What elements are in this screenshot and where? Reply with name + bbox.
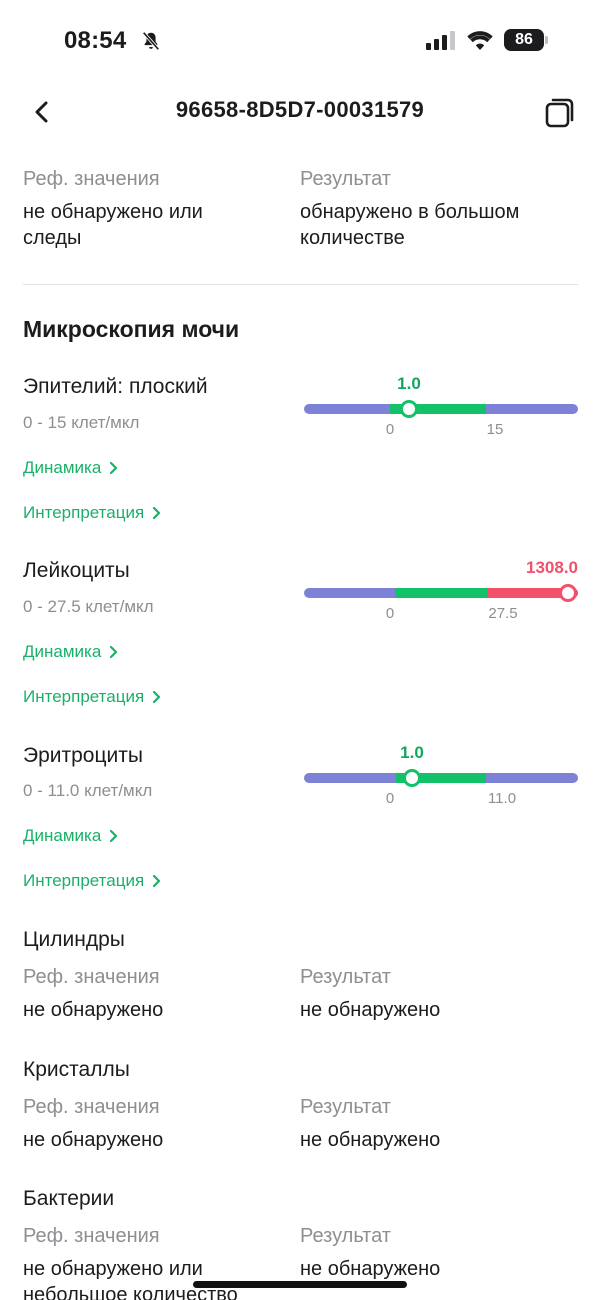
ref-label: Реф. значения xyxy=(23,168,160,190)
dynamics-label: Динамика xyxy=(23,642,102,661)
result-label: Результат xyxy=(300,1096,391,1118)
status-time: 08:54 xyxy=(64,27,127,54)
ref-value: не обнаружено xyxy=(23,1129,164,1151)
chevron-right-icon xyxy=(110,645,118,659)
battery-icon: 86 xyxy=(504,29,548,51)
result-value: не обнаружено xyxy=(300,1129,441,1151)
result-value-label: 1.0 xyxy=(400,743,424,762)
ref-label: Реф. значения xyxy=(23,1096,160,1118)
result-value: обнаружено в большом количестве xyxy=(300,201,520,249)
dynamics-link[interactable]: Динамика xyxy=(23,458,119,478)
tick-high: 27.5 xyxy=(488,605,518,622)
chevron-right-icon xyxy=(110,829,118,843)
gauge-bar xyxy=(304,404,578,414)
range-gauge: 1.0 0 15 xyxy=(304,374,578,438)
ref-label: Реф. значения xyxy=(23,1225,160,1247)
interpretation-label: Интерпретация xyxy=(23,871,145,890)
battery-level: 86 xyxy=(515,31,533,48)
copy-button[interactable] xyxy=(542,94,578,130)
tick-low: 0 xyxy=(385,421,395,438)
gauge-bar xyxy=(304,773,578,783)
item-name: Бактерии xyxy=(23,1187,115,1210)
gauge-bar xyxy=(304,588,578,598)
result-value-label: 1.0 xyxy=(397,374,421,393)
home-indicator[interactable] xyxy=(193,1281,407,1288)
param-range: 0 - 27.5 клет/мкл xyxy=(23,597,154,616)
dynamics-label: Динамика xyxy=(23,826,102,845)
param-range: 0 - 15 клет/мкл xyxy=(23,413,140,432)
bell-muted-icon xyxy=(142,31,160,51)
value-marker xyxy=(400,400,418,418)
result-label: Результат xyxy=(300,966,391,988)
chevron-right-icon xyxy=(153,874,161,888)
result-value-label: 1308.0 xyxy=(526,558,578,577)
tick-low: 0 xyxy=(385,605,395,622)
tick-low: 0 xyxy=(385,790,395,807)
dynamics-link[interactable]: Динамика xyxy=(23,826,119,846)
chevron-right-icon xyxy=(110,461,118,475)
ref-value: не обнаружено или небольшое количество xyxy=(23,1258,238,1300)
item-name: Цилиндры xyxy=(23,928,125,951)
divider xyxy=(23,284,578,285)
param-name: Лейкоциты xyxy=(23,559,130,582)
interpretation-label: Интерпретация xyxy=(23,687,145,706)
interpretation-link[interactable]: Интерпретация xyxy=(23,503,162,523)
value-marker xyxy=(403,769,421,787)
copy-icon xyxy=(545,98,574,128)
interpretation-label: Интерпретация xyxy=(23,503,145,522)
result-label: Результат xyxy=(300,168,391,190)
result-label: Результат xyxy=(300,1225,391,1247)
dynamics-label: Динамика xyxy=(23,458,102,477)
param-range: 0 - 11.0 клет/мкл xyxy=(23,781,153,800)
range-gauge: 1.0 0 11.0 xyxy=(304,743,578,807)
item-name: Кристаллы xyxy=(23,1058,130,1081)
result-value: не обнаружено xyxy=(300,1258,441,1280)
result-value: не обнаружено xyxy=(300,999,441,1021)
value-marker xyxy=(559,584,577,602)
dynamics-link[interactable]: Динамика xyxy=(23,642,119,662)
ref-label: Реф. значения xyxy=(23,966,160,988)
tick-high: 15 xyxy=(486,421,504,438)
chevron-right-icon xyxy=(153,506,161,520)
tick-high: 11.0 xyxy=(487,790,517,807)
param-name: Эритроциты xyxy=(23,744,143,767)
signal-icon xyxy=(426,31,455,50)
interpretation-link[interactable]: Интерпретация xyxy=(23,871,162,891)
section-title: Микроскопия мочи xyxy=(23,316,240,342)
chevron-right-icon xyxy=(153,690,161,704)
range-gauge: 1308.0 0 27.5 xyxy=(304,558,578,622)
page-title: 96658-8D5D7-00031579 xyxy=(175,97,425,122)
normal-range-segment xyxy=(395,588,487,598)
interpretation-link[interactable]: Интерпретация xyxy=(23,687,162,707)
header: 96658-8D5D7-00031579 xyxy=(0,82,600,144)
wifi-icon xyxy=(467,31,493,50)
ref-value: не обнаружено или следы xyxy=(23,201,203,249)
status-bar: 08:54 86 xyxy=(0,0,600,82)
ref-value: не обнаружено xyxy=(23,999,164,1021)
param-name: Эпителий: плоский xyxy=(23,375,208,398)
